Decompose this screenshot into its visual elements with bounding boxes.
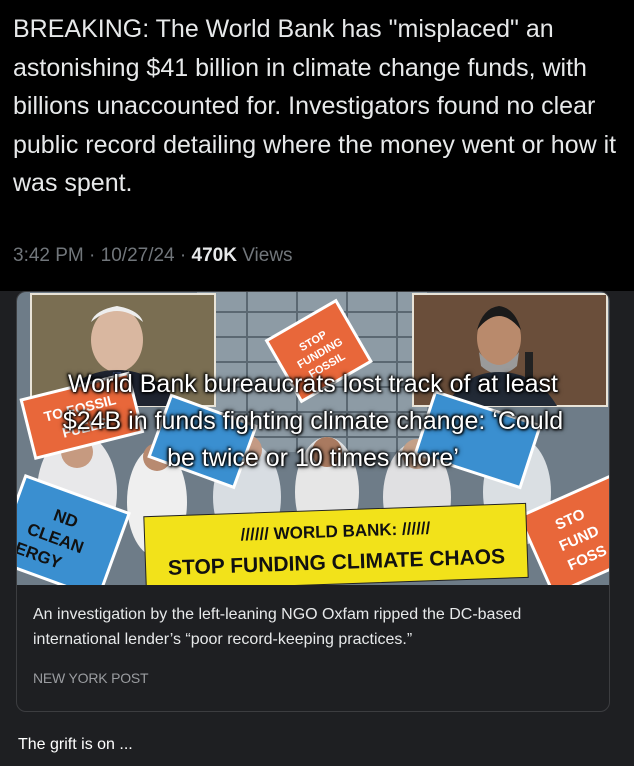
tweet-date[interactable]: 10/27/24 — [101, 245, 175, 266]
meta-separator: · — [89, 245, 96, 266]
embed-area: TO FOSSIL FUELS STOP FUNDING FOSSIL ND C… — [0, 291, 634, 766]
tweet-text: BREAKING: The World Bank has "misplaced"… — [13, 15, 617, 197]
reply-text: The grift is on ... — [18, 736, 133, 753]
tweet-time[interactable]: 3:42 PM — [13, 245, 84, 266]
image-headline: World Bank bureaucrats lost track of at … — [62, 370, 564, 472]
card-source: NEW YORK POST — [33, 670, 149, 686]
card-image[interactable]: TO FOSSIL FUELS STOP FUNDING FOSSIL ND C… — [17, 292, 609, 585]
views-label: Views — [242, 245, 293, 266]
card-description: An investigation by the left-leaning NGO… — [33, 606, 522, 648]
views-count: 470K — [191, 245, 237, 266]
meta-separator: · — [179, 245, 187, 266]
link-card[interactable]: TO FOSSIL FUELS STOP FUNDING FOSSIL ND C… — [16, 291, 610, 712]
tweet-meta: 3:42 PM · 10/27/24 · 470K Views — [13, 243, 293, 269]
tweet-area: BREAKING: The World Bank has "misplaced"… — [0, 0, 634, 291]
